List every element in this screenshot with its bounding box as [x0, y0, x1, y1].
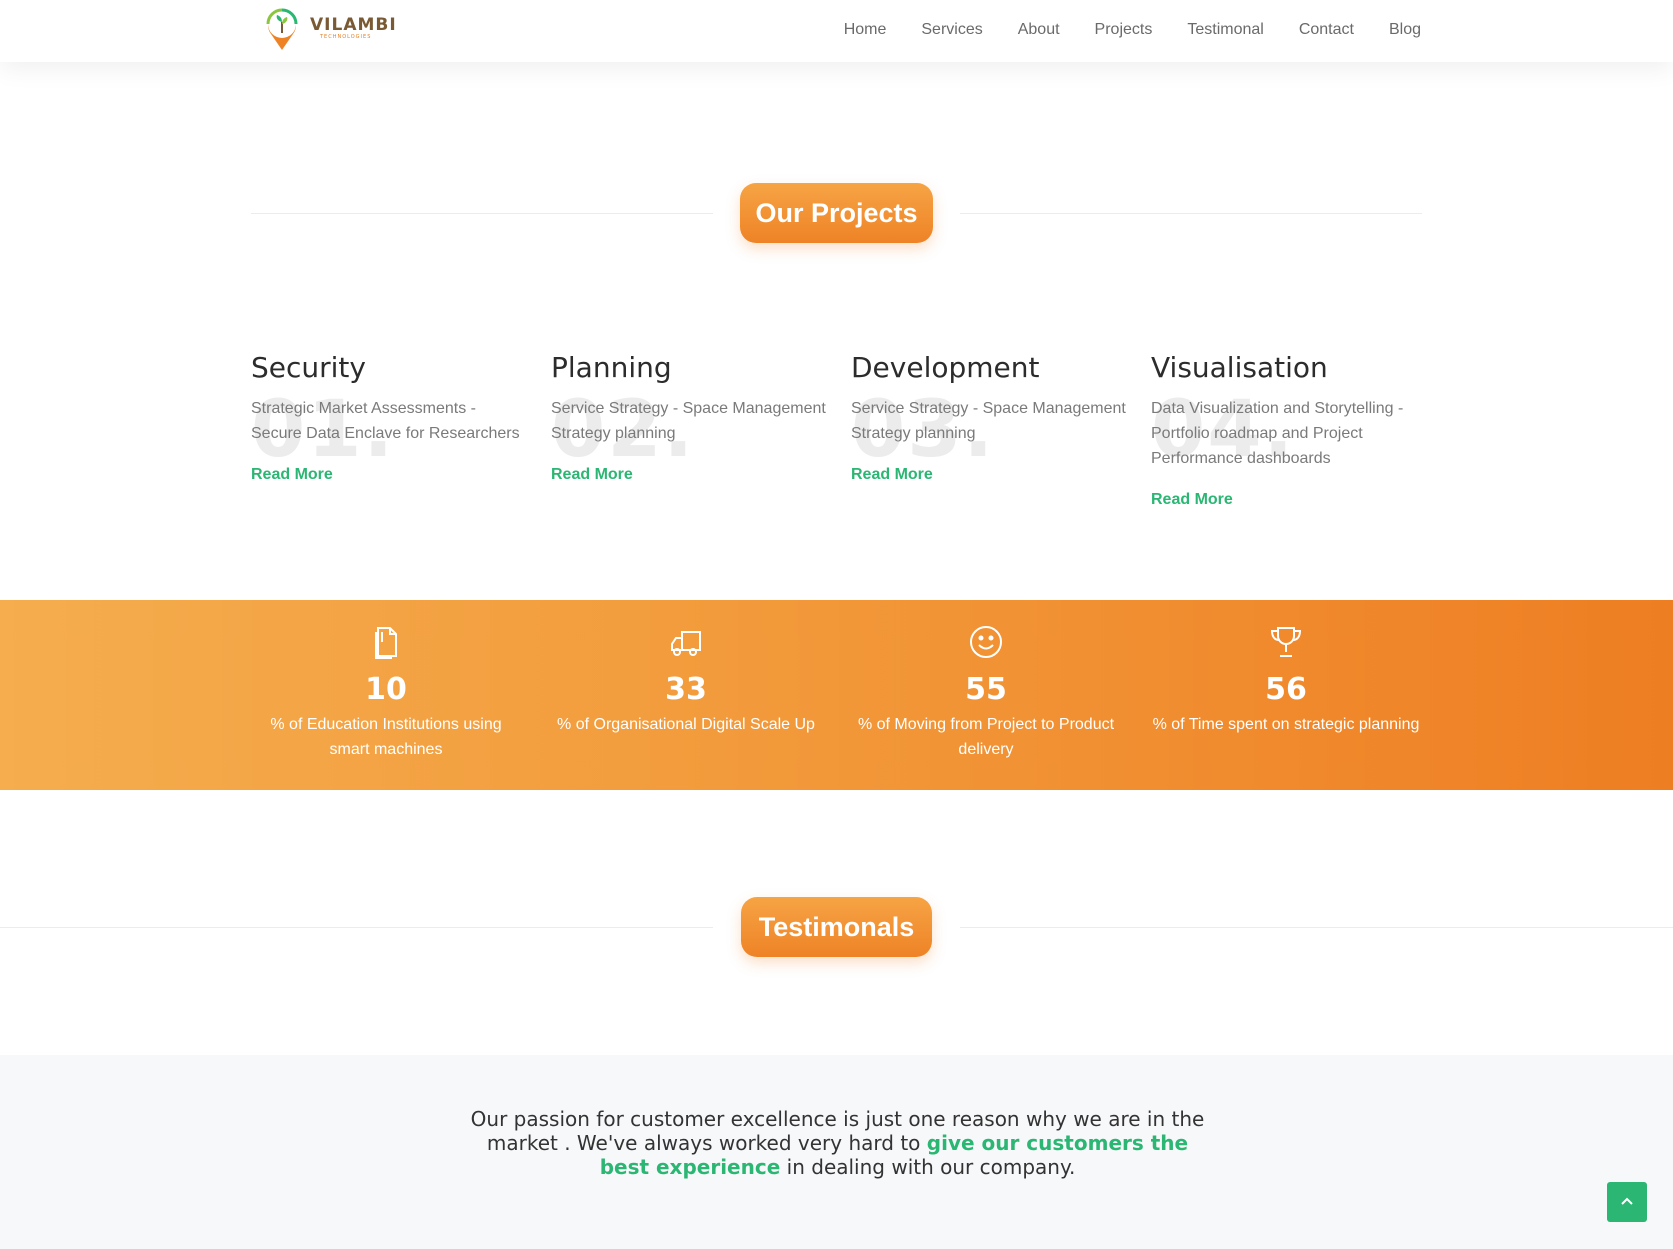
logo-tagline: TECHNOLOGIES [320, 34, 372, 40]
section-divider [960, 927, 1673, 928]
stat-label: % of Time spent on strategic planning [1152, 716, 1420, 733]
stat-item: 55 % of Moving from Project to Product d… [851, 622, 1121, 762]
nav-home[interactable]: Home [844, 18, 887, 42]
chevron-up-icon [1621, 1197, 1633, 1205]
project-title: Visualisation [1151, 351, 1328, 384]
stat-label: % of Moving from Project to Product deli… [857, 716, 1115, 758]
project-description: Service Strategy - Space Management Stra… [851, 400, 1126, 442]
quote-pointer [818, 1230, 854, 1249]
back-to-top-button[interactable] [1607, 1182, 1647, 1222]
project-description: Service Strategy - Space Management Stra… [551, 400, 826, 442]
main-nav: Home Services About Projects Testimonal … [809, 18, 1421, 42]
stat-label: % of Education Institutions using smart … [270, 716, 502, 758]
quote-text-end: in dealing with our company. [780, 1155, 1076, 1179]
project-title: Security [251, 351, 366, 384]
read-more-link[interactable]: Read More [551, 466, 633, 484]
stat-item: 10 % of Education Institutions using sma… [251, 622, 521, 762]
stat-value: 33 [665, 672, 707, 707]
testimonials-heading: Testimonals [741, 897, 932, 957]
stat-value: 56 [1265, 672, 1307, 707]
nav-projects[interactable]: Projects [1095, 18, 1153, 42]
project-description: Strategic Market Assessments - Secure Da… [251, 400, 520, 442]
nav-about[interactable]: About [1018, 18, 1060, 42]
project-title: Planning [551, 351, 672, 384]
project-description: Data Visualization and Storytelling - Po… [1151, 400, 1404, 467]
logo-pin-icon [266, 8, 298, 51]
section-divider [0, 927, 713, 928]
stat-label: % of Organisational Digital Scale Up [557, 716, 815, 733]
logo[interactable]: VILAMBI TECHNOLOGIES [262, 4, 397, 52]
nav-services[interactable]: Services [921, 18, 982, 42]
projects-heading: Our Projects [740, 183, 933, 243]
project-card-security: 01. Security Strategic Market Assessment… [251, 348, 531, 484]
stat-item: 33 % of Organisational Digital Scale Up [551, 622, 821, 737]
project-card-visualisation: 04. Visualisation Data Visualization and… [1151, 348, 1431, 509]
nav-contact[interactable]: Contact [1299, 18, 1354, 42]
stats-band: 10 % of Education Institutions using sma… [0, 600, 1673, 790]
trophy-icon [1270, 627, 1302, 657]
logo-name: VILAMBI [310, 15, 397, 35]
document-icon [375, 627, 397, 659]
project-card-planning: 02. Planning Service Strategy - Space Ma… [551, 348, 831, 484]
smiley-icon [970, 626, 1002, 658]
stat-value: 55 [965, 672, 1007, 707]
site-header: VILAMBI TECHNOLOGIES Home Services About… [0, 0, 1673, 62]
read-more-link[interactable]: Read More [251, 466, 333, 484]
project-card-development: 03. Development Service Strategy - Space… [851, 348, 1131, 484]
section-divider [960, 213, 1422, 214]
stat-item: 56 % of Time spent on strategic planning [1151, 622, 1421, 737]
project-title: Development [851, 351, 1040, 384]
nav-blog[interactable]: Blog [1389, 18, 1421, 42]
stat-value: 10 [365, 672, 407, 707]
section-divider [251, 213, 713, 214]
nav-testimonial[interactable]: Testimonal [1187, 18, 1263, 42]
read-more-link[interactable]: Read More [1151, 491, 1233, 509]
testimonial-quote: Our passion for customer excellence is j… [470, 1107, 1205, 1179]
truck-icon [671, 631, 701, 656]
read-more-link[interactable]: Read More [851, 466, 933, 484]
